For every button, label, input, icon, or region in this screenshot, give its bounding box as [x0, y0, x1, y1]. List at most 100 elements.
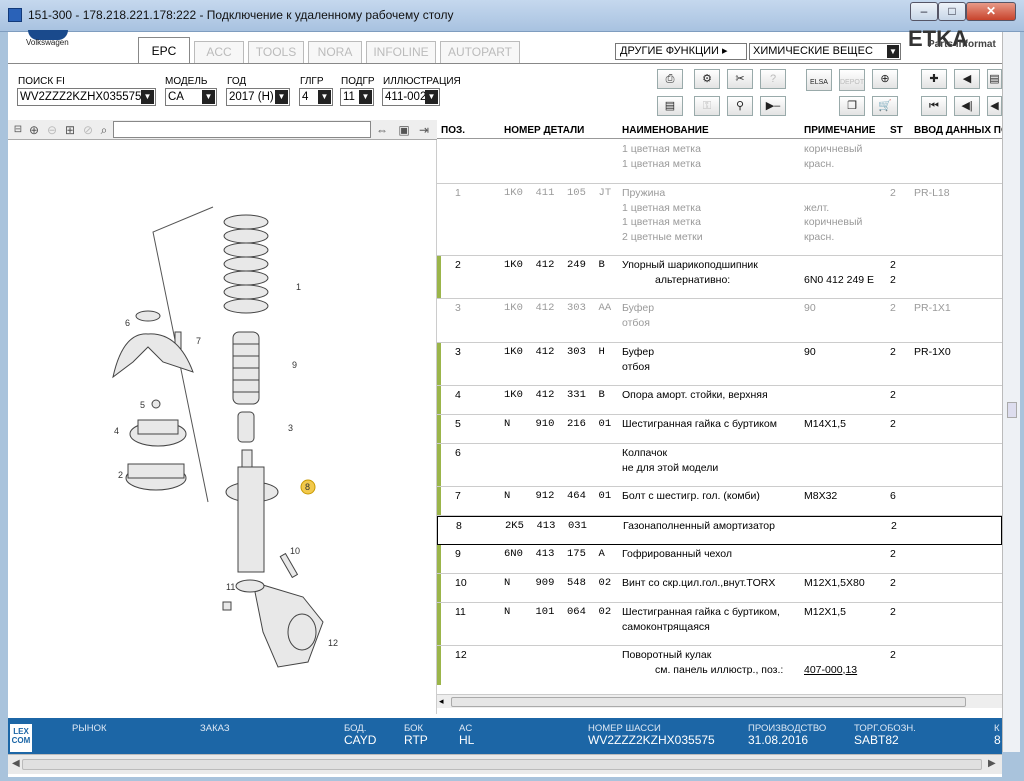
print-icon[interactable]: ⎙	[657, 69, 683, 89]
fi-search-field[interactable]: WV2ZZZ2KZHX035575 ▼	[17, 88, 156, 106]
chem-select[interactable]: ХИМИЧЕСКИЕ ВЕЩЕС ▼	[749, 43, 901, 60]
table-row[interactable]: 7 N 912 464 01 Болт с шестигр. гол. (комби…	[437, 487, 1002, 516]
lexcom-logo: LEX COM	[10, 724, 32, 752]
close-button[interactable]: ✕	[966, 2, 1016, 21]
image-icon[interactable]: ▣	[396, 122, 412, 138]
table-hscrollbar[interactable]: ◂	[437, 694, 1002, 708]
cell-st: 2 2	[890, 259, 896, 286]
prev-page-icon[interactable]: ◀|	[954, 96, 980, 116]
tab-tools[interactable]: TOOLS	[248, 41, 304, 63]
window-vscrollbar[interactable]	[1002, 32, 1020, 752]
table-row[interactable]: 6 Колпачок не для этой модели	[437, 444, 1002, 487]
bike-icon[interactable]: ⚲	[727, 96, 753, 116]
cell-part-number: 1K0 412 303 AA	[504, 302, 612, 314]
model-select[interactable]: CA ▼	[165, 88, 217, 106]
scroll-left-icon[interactable]: ◀	[12, 758, 20, 769]
chevron-down-icon: ▼	[359, 90, 372, 104]
callout-7[interactable]: 7	[196, 336, 201, 346]
elsa-button[interactable]: ELSA	[806, 69, 832, 91]
tab-epc[interactable]: EPC	[138, 37, 190, 64]
help-icon[interactable]: ?	[760, 69, 786, 89]
callout-6[interactable]: 6	[125, 318, 130, 328]
zoom-field[interactable]	[113, 121, 371, 138]
table-row[interactable]: 5 N 910 216 01 Шестигранная гайка с буртик…	[437, 415, 1002, 444]
cell-input: PR-1X1	[914, 302, 951, 314]
illustration-select[interactable]: 411-002 ▼	[382, 88, 440, 106]
cart-icon[interactable]: 🛒	[872, 96, 898, 116]
cell-st: 2	[890, 649, 896, 661]
filter-label-fi: ПОИСК FI	[18, 76, 65, 87]
callout-1[interactable]: 1	[296, 282, 301, 292]
main-group-select[interactable]: 4 ▼	[299, 88, 333, 106]
cell-name: Колпачок не для этой модели	[622, 447, 719, 474]
sub-group-select[interactable]: 11 ▼	[340, 88, 374, 106]
tab-nora[interactable]: NORA	[308, 41, 362, 63]
col-part-number[interactable]: НОМЕР ДЕТАЛИ	[504, 125, 584, 136]
cell-input: PR-L18	[914, 187, 950, 199]
gear-settings-icon[interactable]: ⚙	[694, 69, 720, 89]
table-row[interactable]: 3 1K0 412 303 H Буфер отбоя 90 2 PR-1X0	[437, 343, 1002, 386]
callout-8[interactable]: 8	[305, 482, 310, 492]
collapse-icon[interactable]: ⊟	[10, 122, 26, 138]
year-select[interactable]: 2017 (H) ▼	[226, 88, 290, 106]
nav-back-list-icon[interactable]: ◀	[954, 69, 980, 89]
fit-width-icon[interactable]: ⇔	[374, 122, 390, 138]
callout-12[interactable]: 12	[328, 638, 338, 648]
vscroll-thumb[interactable]	[1007, 402, 1017, 418]
callout-2[interactable]: 2	[118, 470, 123, 480]
depot-button[interactable]: DEPOT	[839, 69, 865, 91]
tools-icon[interactable]: ✂	[727, 69, 753, 89]
suspension-illustration[interactable]: 1 2 3 4 5 6 7 8 9 10 11 12	[68, 202, 358, 672]
col-pos[interactable]: ПОЗ.	[441, 125, 465, 136]
callout-10[interactable]: 10	[290, 546, 300, 556]
window-hscrollbar[interactable]: ◀ ▶	[8, 754, 1002, 774]
callout-9[interactable]: 9	[292, 360, 297, 370]
table-row[interactable]: 8 2K5 413 031 Газонаполненный амортизатор 2	[437, 516, 1002, 545]
table-row[interactable]: 3 1K0 412 303 AA Буфер отбоя 90 2 PR-1X1	[437, 299, 1002, 343]
scroll-right-icon[interactable]: ▶	[988, 758, 996, 769]
key-icon[interactable]: ⚿	[694, 96, 720, 116]
first-page-icon[interactable]: ⏮	[921, 96, 947, 116]
table-row[interactable]: 1 1K0 411 105 JT Пружина 1 цветная метка 1…	[437, 184, 1002, 256]
table-row[interactable]: 9 6N0 413 175 A Гофрированный чехол 2	[437, 545, 1002, 574]
search-icon[interactable]: ⌕	[96, 122, 112, 138]
zoom-out-icon[interactable]: ⊖	[44, 122, 60, 138]
col-note[interactable]: ПРИМЕЧАНИЕ	[804, 125, 875, 136]
minimize-button[interactable]: –	[910, 2, 938, 21]
cart-add-icon[interactable]: ⊕	[872, 69, 898, 89]
tab-infoline[interactable]: INFOLINE	[366, 41, 436, 63]
callout-5[interactable]: 5	[140, 400, 145, 410]
callout-4[interactable]: 4	[114, 426, 119, 436]
table-row[interactable]: 1 цветная метка 1 цветная метка коричневы…	[437, 140, 1002, 184]
other-functions-button[interactable]: ДРУГИЕ ФУНКЦИИ ▸	[615, 43, 747, 60]
table-row[interactable]: 12 Поворотный кулак см. панель иллюстр., п…	[437, 646, 1002, 685]
cell-part-number: N 912 464 01	[504, 490, 612, 502]
col-input[interactable]: ВВОД ДАННЫХ ПО	[914, 125, 1002, 136]
tab-acc[interactable]: ACC	[194, 41, 244, 63]
filter-label-illus: ИЛЛЮСТРАЦИЯ	[383, 76, 461, 87]
maximize-button[interactable]: □	[938, 2, 966, 21]
zoom-in-icon[interactable]: ⊕	[26, 122, 42, 138]
nav-list-icon[interactable]: ▤	[987, 69, 1002, 89]
pin-icon[interactable]: ✚	[921, 69, 947, 89]
prev-icon[interactable]: ◀	[987, 96, 1002, 116]
expand-right-icon[interactable]: ⇥	[416, 122, 432, 138]
table-row[interactable]: 4 1K0 412 331 B Опора аморт. стойки, верхн…	[437, 386, 1002, 415]
zoom-fit-icon[interactable]: ⊞	[62, 122, 78, 138]
col-name[interactable]: НАИМЕНОВАНИЕ	[622, 125, 709, 136]
row-marker	[437, 386, 441, 414]
callout-11[interactable]: 11	[226, 582, 235, 592]
scroll-left-icon[interactable]: ◂	[439, 696, 444, 707]
tab-autopart[interactable]: AUTOPART	[440, 41, 520, 63]
window-hscroll-thumb[interactable]	[22, 759, 982, 770]
list-view-icon[interactable]: ▤	[657, 96, 683, 116]
table-row[interactable]: 11 N 101 064 02 Шестигранная гайка с бурти…	[437, 603, 1002, 646]
col-st[interactable]: ST	[890, 125, 903, 136]
callout-3[interactable]: 3	[288, 423, 293, 433]
table-row[interactable]: 10 N 909 548 02 Винт со скр.цил.гол.,внут.…	[437, 574, 1002, 603]
hscroll-thumb[interactable]	[451, 697, 966, 707]
table-row[interactable]: 2 1K0 412 249 B Упорный шарикоподшипник аль…	[437, 256, 1002, 299]
zoom-reset-icon[interactable]: ⊘	[80, 122, 96, 138]
play-dash-icon[interactable]: ▶–	[760, 96, 786, 116]
copy-icon[interactable]: ❐	[839, 96, 865, 116]
